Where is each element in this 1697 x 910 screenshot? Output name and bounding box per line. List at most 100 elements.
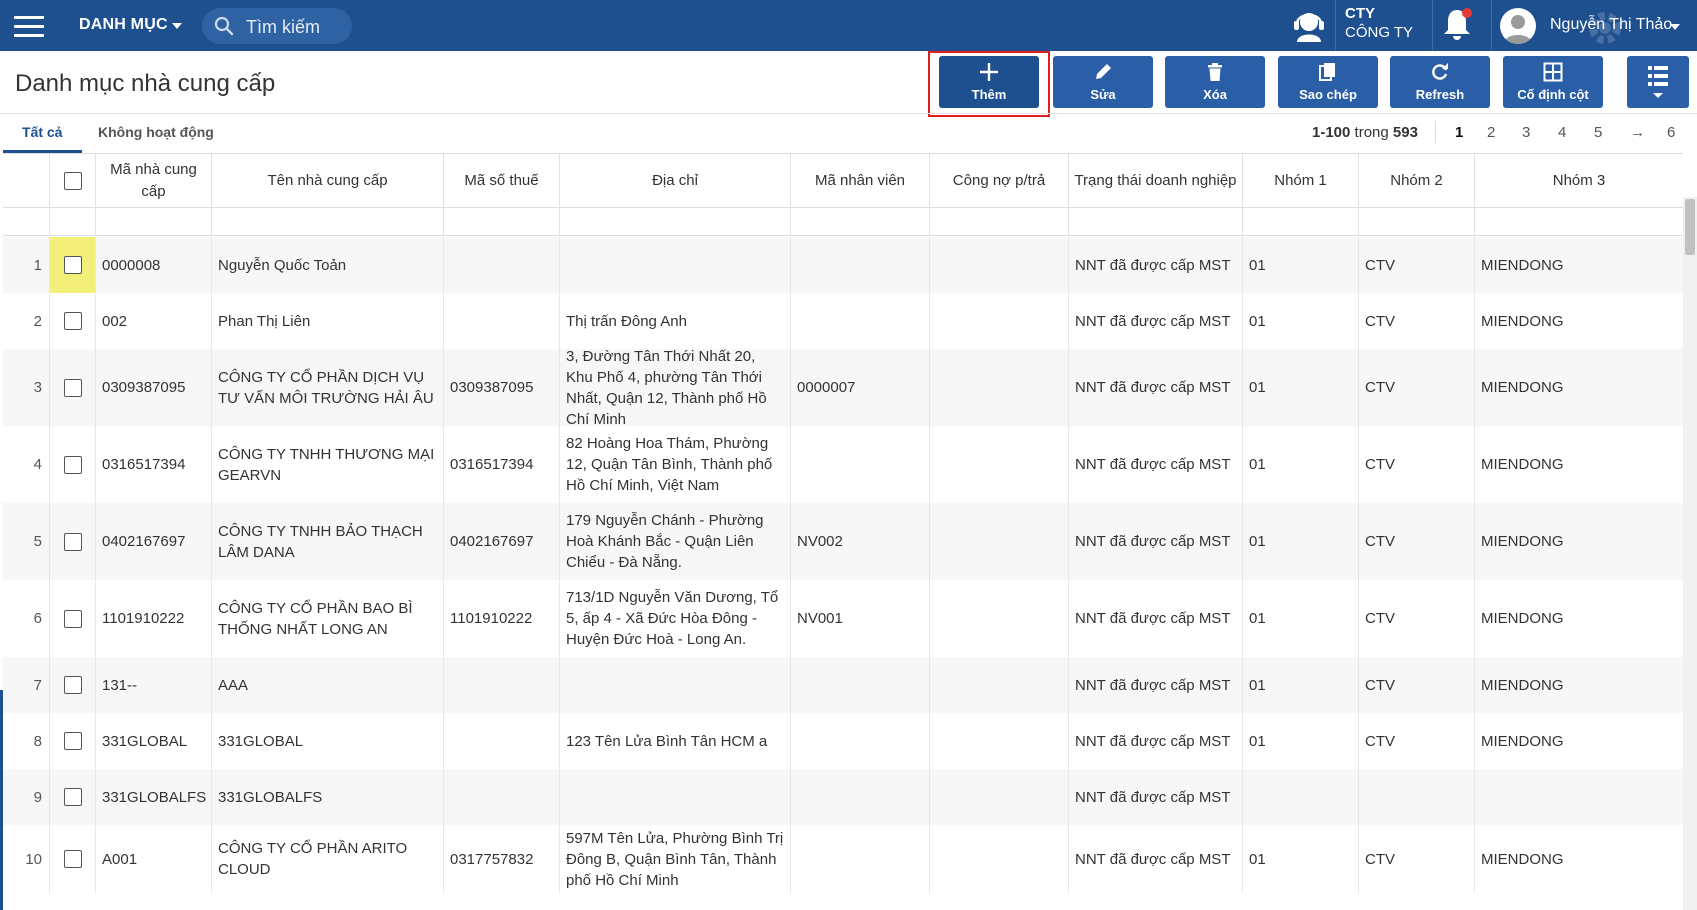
refresh-button[interactable]: Refresh: [1390, 56, 1490, 108]
cell-g2[interactable]: CTV: [1358, 503, 1474, 580]
cell-status[interactable]: NNT đã được cấp MST: [1068, 713, 1242, 769]
row-checkbox[interactable]: [63, 312, 82, 330]
row-select-cell[interactable]: [49, 237, 95, 293]
scrollbar-thumb[interactable]: [1685, 199, 1695, 255]
search-placeholder[interactable]: Tìm kiếm: [246, 17, 320, 38]
row-select-cell[interactable]: [49, 503, 95, 580]
catalog-caret-icon[interactable]: [172, 23, 182, 29]
cell-g1[interactable]: 01: [1242, 293, 1358, 349]
cell-code[interactable]: 331GLOBALFS: [95, 769, 211, 825]
cell-g2[interactable]: CTV: [1358, 237, 1474, 293]
cell-tax[interactable]: [443, 769, 559, 825]
cell-staff[interactable]: [790, 657, 929, 713]
cell-debt[interactable]: [929, 349, 1068, 426]
cell-name[interactable]: Phan Thị Liên: [211, 293, 443, 349]
cell-g3[interactable]: MIENDONG: [1474, 237, 1683, 293]
cell-address[interactable]: 179 Nguyễn Chánh - Phường Hoà Khánh Bắc …: [559, 503, 790, 580]
table-row[interactable]: 7 131-- AAA NNT đã được cấp MST 01 CTV MIENDON…: [3, 657, 1683, 713]
table-row[interactable]: 5 0402167697 CÔNG TY TNHH BẢO THẠCH LÂM DA…: [3, 503, 1683, 580]
cell-tax[interactable]: 0317757832: [443, 825, 559, 893]
cell-tax[interactable]: [443, 713, 559, 769]
cell-code[interactable]: 002: [95, 293, 211, 349]
cell-debt[interactable]: [929, 580, 1068, 657]
cell-code[interactable]: 0000008: [95, 237, 211, 293]
table-row[interactable]: 1 0000008 Nguyễn Quốc Toản NNT đã được cấp …: [3, 237, 1683, 293]
cell-address[interactable]: [559, 657, 790, 713]
support-agent-icon[interactable]: [1291, 8, 1327, 42]
cell-g1[interactable]: 01: [1242, 349, 1358, 426]
cell-g1[interactable]: 01: [1242, 426, 1358, 503]
cell-tax[interactable]: 0402167697: [443, 503, 559, 580]
cell-tax[interactable]: 0316517394: [443, 426, 559, 503]
column-filter-input[interactable]: [211, 208, 443, 235]
row-select-cell[interactable]: [49, 769, 95, 825]
cell-debt[interactable]: [929, 503, 1068, 580]
cell-tax[interactable]: [443, 657, 559, 713]
edit-button[interactable]: Sửa: [1053, 56, 1153, 108]
column-header[interactable]: Trạng thái doanh nghiệp: [1068, 154, 1242, 208]
cell-staff[interactable]: 0000007: [790, 349, 929, 426]
row-checkbox[interactable]: [63, 455, 82, 474]
table-row[interactable]: 9 331GLOBALFS 331GLOBALFS NNT đã được cấp M…: [3, 769, 1683, 825]
cell-code[interactable]: 1101910222: [95, 580, 211, 657]
row-checkbox[interactable]: [63, 532, 82, 551]
row-checkbox[interactable]: [63, 676, 82, 694]
cell-staff[interactable]: [790, 426, 929, 503]
column-header[interactable]: Mã nhân viên: [790, 154, 929, 208]
cell-g3[interactable]: MIENDONG: [1474, 293, 1683, 349]
table-row[interactable]: 2 002 Phan Thị Liên Thị trấn Đông Anh NNT đã…: [3, 293, 1683, 349]
cell-g1[interactable]: 01: [1242, 503, 1358, 580]
search-box[interactable]: Tìm kiếm: [202, 8, 352, 44]
column-filter-input[interactable]: [1068, 208, 1242, 235]
cell-name[interactable]: 331GLOBALFS: [211, 769, 443, 825]
cell-status[interactable]: NNT đã được cấp MST: [1068, 293, 1242, 349]
column-filter-input[interactable]: [1474, 208, 1683, 235]
cell-status[interactable]: NNT đã được cấp MST: [1068, 349, 1242, 426]
pin-columns-button[interactable]: Cố định cột: [1503, 56, 1603, 108]
cell-address[interactable]: 597M Tên Lửa, Phường Bình Trị Đông B, Qu…: [559, 825, 790, 893]
column-header[interactable]: Mã nhà cung cấp: [95, 154, 211, 208]
table-row[interactable]: 4 0316517394 CÔNG TY TNHH THƯƠNG MẠI GEARV…: [3, 426, 1683, 503]
cell-tax[interactable]: [443, 237, 559, 293]
cell-name[interactable]: CÔNG TY TNHH THƯƠNG MẠI GEARVN: [211, 426, 443, 503]
column-header[interactable]: Tên nhà cung cấp: [211, 154, 443, 208]
hamburger-menu-icon[interactable]: [14, 12, 44, 38]
row-select-cell[interactable]: [49, 713, 95, 769]
cell-address[interactable]: [559, 769, 790, 825]
cell-g2[interactable]: CTV: [1358, 349, 1474, 426]
cell-g3[interactable]: MIENDONG: [1474, 825, 1683, 893]
cell-g3[interactable]: MIENDONG: [1474, 713, 1683, 769]
cell-status[interactable]: NNT đã được cấp MST: [1068, 237, 1242, 293]
add-button[interactable]: Thêm: [939, 56, 1039, 108]
cell-name[interactable]: CÔNG TY CỔ PHẦN BAO BÌ THỐNG NHẤT LONG A…: [211, 580, 443, 657]
cell-address[interactable]: 713/1D Nguyễn Văn Dương, Tổ 5, ấp 4 - Xã…: [559, 580, 790, 657]
cell-debt[interactable]: [929, 769, 1068, 825]
cell-address[interactable]: 123 Tên Lửa Bình Tân HCM a: [559, 713, 790, 769]
cell-tax[interactable]: 1101910222: [443, 580, 559, 657]
row-select-cell[interactable]: [49, 349, 95, 426]
page-link-6[interactable]: 6: [1667, 124, 1675, 141]
vertical-scrollbar[interactable]: [1683, 197, 1697, 910]
cell-code[interactable]: 331GLOBAL: [95, 713, 211, 769]
row-select-cell[interactable]: [49, 580, 95, 657]
cell-name[interactable]: CÔNG TY CỔ PHẦN ARITO CLOUD: [211, 825, 443, 893]
row-checkbox[interactable]: [63, 732, 82, 750]
page-link-4[interactable]: 4: [1558, 124, 1566, 141]
cell-status[interactable]: NNT đã được cấp MST: [1068, 657, 1242, 713]
cell-g3[interactable]: [1474, 769, 1683, 825]
cell-name[interactable]: AAA: [211, 657, 443, 713]
column-filter-input[interactable]: [1242, 208, 1358, 235]
cell-name[interactable]: CÔNG TY TNHH BẢO THẠCH LÂM DANA: [211, 503, 443, 580]
table-row[interactable]: 6 1101910222 CÔNG TY CỔ PHẦN BAO BÌ THỐNG …: [3, 580, 1683, 657]
column-filter-input[interactable]: [443, 208, 559, 235]
cell-debt[interactable]: [929, 713, 1068, 769]
cell-code[interactable]: 0316517394: [95, 426, 211, 503]
cell-g3[interactable]: MIENDONG: [1474, 426, 1683, 503]
column-filter-input[interactable]: [929, 208, 1068, 235]
row-select-cell[interactable]: [49, 825, 95, 893]
user-menu[interactable]: Nguyễn Thị Thảo: [1500, 6, 1690, 46]
cell-status[interactable]: NNT đã được cấp MST: [1068, 825, 1242, 893]
company-selector[interactable]: CTY CÔNG TY: [1345, 5, 1425, 45]
cell-g2[interactable]: [1358, 769, 1474, 825]
cell-status[interactable]: NNT đã được cấp MST: [1068, 503, 1242, 580]
